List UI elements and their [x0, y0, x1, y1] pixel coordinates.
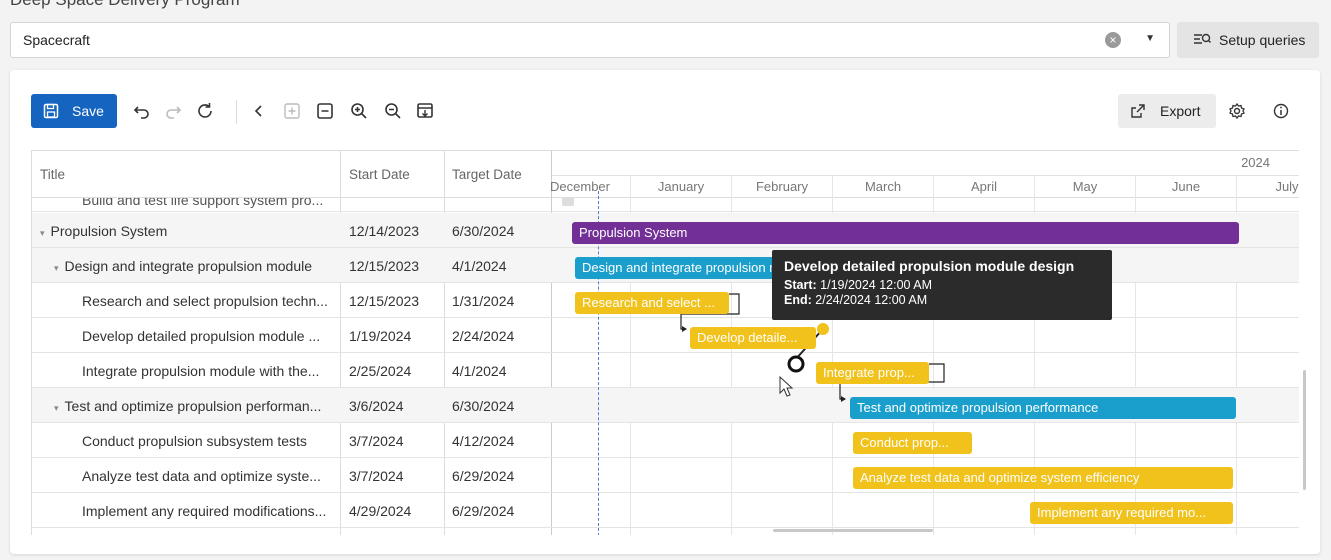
query-bar: Deep Space Delivery Program Spacecraft ×…: [0, 0, 1331, 70]
query-value: Spacecraft: [23, 32, 90, 48]
gantt-bar[interactable]: Integrate prop...: [816, 362, 929, 384]
table-row[interactable]: Build and test life support system pro..…: [32, 198, 1299, 212]
row-start-date: 3/6/2024: [349, 398, 404, 414]
gantt-bar[interactable]: Develop detaile...: [690, 327, 816, 349]
table-header: Title Start Date Target Date: [32, 151, 552, 198]
tooltip-title: Develop detailed propulsion module desig…: [784, 258, 1075, 274]
gantt-bar[interactable]: Implement any required mo...: [1030, 502, 1233, 524]
vertical-scrollbar[interactable]: [1303, 370, 1306, 490]
tooltip-start: Start: 1/19/2024 12:00 AM: [784, 278, 933, 292]
caret-down-icon[interactable]: ▾: [40, 228, 45, 238]
column-target-date[interactable]: Target Date: [452, 167, 522, 182]
table-row[interactable]: Develop detailed propulsion module ... 1…: [32, 318, 1299, 353]
toolbar-divider: [236, 100, 237, 124]
horizontal-scrollbar[interactable]: [773, 529, 933, 532]
row-target-date: 6/30/2024: [452, 398, 515, 414]
collapsed-task-marker: [562, 198, 574, 206]
export-icon: [1131, 104, 1145, 118]
row-start-date: 3/7/2024: [349, 468, 404, 484]
month-label: January: [657, 179, 705, 194]
table-row[interactable]: Integrate propulsion module with the... …: [32, 353, 1299, 388]
month-label: April: [970, 179, 997, 194]
row-title: ▾ Propulsion System: [40, 223, 168, 239]
row-target-date: 4/1/2024: [452, 258, 507, 274]
refresh-icon[interactable]: [194, 100, 216, 122]
column-title[interactable]: Title: [40, 167, 65, 182]
save-icon: [43, 103, 59, 119]
bar-tooltip: Develop detailed propulsion module desig…: [772, 250, 1112, 320]
row-start-date: 12/15/2023: [349, 293, 420, 309]
settings-icon[interactable]: [1226, 100, 1248, 122]
month-label: February: [755, 179, 809, 194]
expand-all-icon[interactable]: [281, 100, 303, 122]
row-target-date: 4/1/2024: [452, 363, 507, 379]
export-button[interactable]: Export: [1118, 94, 1216, 128]
setup-queries-button[interactable]: Setup queries: [1177, 22, 1319, 58]
save-button[interactable]: Save: [31, 94, 117, 128]
row-title: ▾ Test and optimize propulsion performan.…: [54, 398, 322, 414]
setup-queries-label: Setup queries: [1219, 32, 1306, 48]
info-icon[interactable]: [1270, 100, 1292, 122]
gantt-card: Save Export Title Start Date Target Date: [10, 70, 1320, 554]
gantt-bar[interactable]: Test and optimize propulsion performance: [850, 397, 1236, 419]
zoom-in-icon[interactable]: [348, 100, 370, 122]
collapse-all-icon[interactable]: [314, 100, 336, 122]
gantt-bar[interactable]: Research and select ...: [575, 292, 729, 314]
chevron-down-icon[interactable]: ▼: [1145, 33, 1155, 44]
row-title: Conduct propulsion subsystem tests: [82, 433, 307, 449]
row-start-date: 12/14/2023: [349, 223, 420, 239]
month-label: March: [864, 179, 902, 194]
row-target-date: 2/24/2024: [452, 328, 515, 344]
column-start-date[interactable]: Start Date: [349, 167, 410, 182]
zoom-out-icon[interactable]: [382, 100, 404, 122]
gantt-bar[interactable]: Analyze test data and optimize system ef…: [853, 467, 1233, 489]
gantt-bar[interactable]: Design and integrate propulsion module: [575, 257, 780, 279]
save-label: Save: [72, 103, 104, 119]
caret-down-icon[interactable]: ▾: [54, 263, 59, 273]
undo-icon[interactable]: [131, 100, 153, 122]
query-selector[interactable]: Spacecraft × ▼: [10, 22, 1170, 58]
gantt-toolbar: Save Export: [10, 70, 1320, 150]
row-start-date: 2/25/2024: [349, 363, 412, 379]
month-label: July: [1275, 179, 1299, 194]
row-title: Build and test life support system pro..…: [82, 198, 324, 208]
filter-search-icon: [1194, 33, 1211, 44]
row-title: Integrate propulsion module with the...: [82, 363, 320, 379]
gantt-bar[interactable]: Propulsion System: [572, 222, 1239, 244]
caret-down-icon[interactable]: ▾: [54, 403, 59, 413]
page-heading-cut: Deep Space Delivery Program: [10, 0, 240, 10]
row-target-date: 6/30/2024: [452, 223, 515, 239]
row-target-date: 4/12/2024: [452, 433, 515, 449]
row-start-date: 3/7/2024: [349, 433, 404, 449]
month-label: May: [1072, 179, 1098, 194]
row-title: Analyze test data and optimize syste...: [82, 468, 321, 484]
timeline-header: 2024 December January February March Apr…: [550, 151, 1299, 198]
export-label: Export: [1160, 103, 1201, 119]
row-start-date: 1/19/2024: [349, 328, 412, 344]
row-start-date: 12/15/2023: [349, 258, 420, 274]
row-title: Research and select propulsion techn...: [82, 293, 328, 309]
month-label: June: [1171, 179, 1201, 194]
gantt-bar[interactable]: Conduct prop...: [853, 432, 972, 454]
collapse-left-icon[interactable]: [248, 100, 270, 122]
row-title: Implement any required modifications...: [82, 503, 327, 519]
row-start-date: 4/29/2024: [349, 503, 412, 519]
month-label: December: [550, 179, 610, 194]
redo-icon[interactable]: [162, 100, 184, 122]
gantt-grid: Title Start Date Target Date 2024 Decemb…: [31, 150, 1299, 535]
row-target-date: 6/29/2024: [452, 503, 515, 519]
timeline-year: 2024: [1241, 155, 1270, 170]
row-title: ▾ Design and integrate propulsion module: [54, 258, 313, 274]
row-target-date: 6/29/2024: [452, 468, 515, 484]
row-title: Develop detailed propulsion module ...: [82, 328, 321, 344]
tooltip-end: End: 2/24/2024 12:00 AM: [784, 293, 928, 307]
fit-icon[interactable]: [414, 100, 436, 122]
table-row[interactable]: Conduct propulsion subsystem tests 3/7/2…: [32, 423, 1299, 458]
circle-x-icon[interactable]: ×: [1105, 32, 1121, 48]
row-target-date: 1/31/2024: [452, 293, 515, 309]
